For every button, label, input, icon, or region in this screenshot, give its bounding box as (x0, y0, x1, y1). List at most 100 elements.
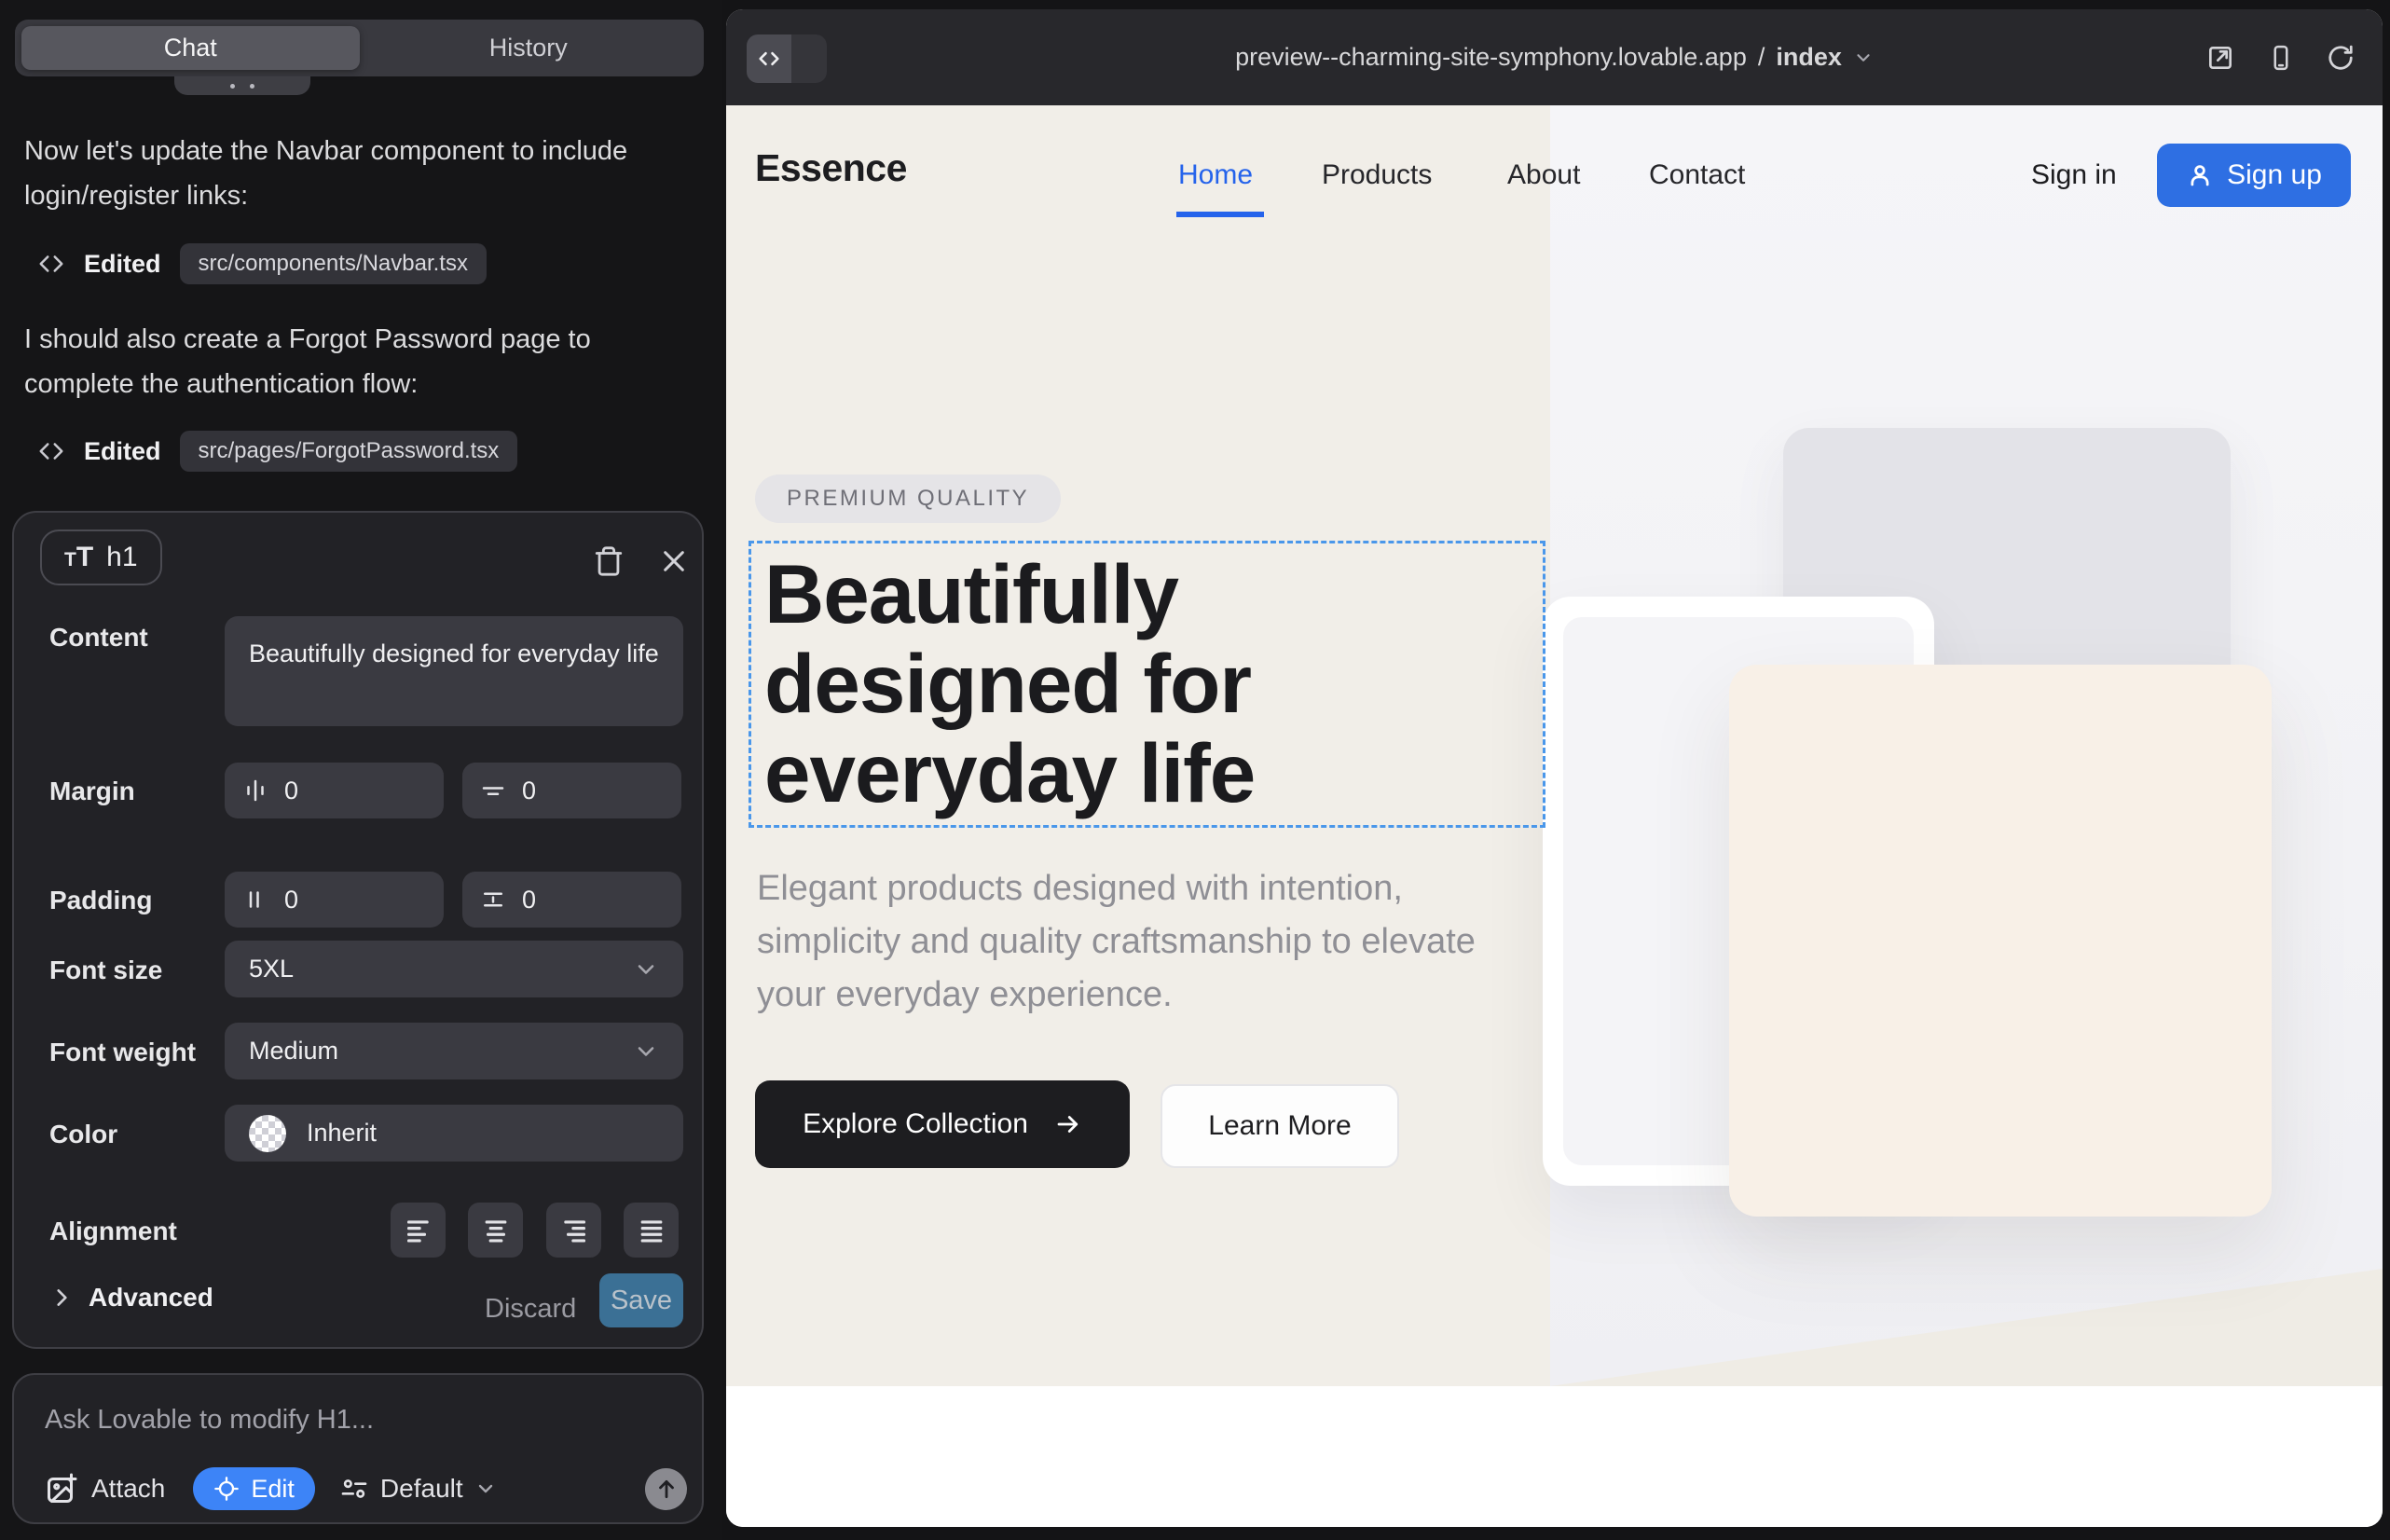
padding-y-value: 0 (522, 886, 536, 914)
close-editor-button[interactable] (657, 544, 691, 578)
edited-file-row: Edited src/components/Navbar.tsx (37, 242, 487, 285)
nav-link-about[interactable]: About (1507, 159, 1580, 191)
alignment-label: Alignment (49, 1217, 177, 1246)
arrow-right-icon (1054, 1110, 1082, 1138)
align-center-button[interactable] (468, 1203, 523, 1258)
nav-link-home[interactable]: Home (1178, 159, 1253, 191)
sign-up-button[interactable]: Sign up (2157, 144, 2351, 207)
explore-collection-button[interactable]: Explore Collection (755, 1080, 1130, 1168)
mobile-view-button[interactable] (2267, 44, 2295, 72)
save-button[interactable]: Save (599, 1273, 683, 1327)
chat-composer[interactable]: Ask Lovable to modify H1... Attach Edit … (12, 1373, 704, 1524)
content-textarea[interactable]: Beautifully designed for everyday life (225, 616, 683, 726)
edited-label: Edited (84, 250, 161, 279)
attach-button[interactable]: Attach (45, 1472, 165, 1506)
margin-vertical-icon (479, 777, 507, 804)
refresh-button[interactable] (2327, 44, 2355, 72)
toggle-handle[interactable] (791, 34, 827, 83)
font-weight-label: Font weight (49, 1038, 196, 1067)
font-weight-value: Medium (249, 1037, 338, 1066)
chat-history-tabbar: Chat History (15, 20, 704, 76)
align-left-button[interactable] (391, 1203, 446, 1258)
chevron-down-icon (474, 1478, 497, 1500)
preview-toolbar: preview--charming-site-symphony.lovable.… (726, 9, 2383, 105)
default-label: Default (380, 1474, 463, 1504)
color-select[interactable]: Inherit (225, 1105, 683, 1162)
transparency-swatch-icon (249, 1115, 286, 1152)
preview-page: index (1776, 43, 1842, 72)
chevron-down-icon (633, 956, 659, 983)
code-icon (37, 250, 65, 278)
edit-mode-button[interactable]: Edit (193, 1467, 315, 1510)
assistant-message: I should also create a Forgot Password p… (24, 317, 686, 406)
code-icon (37, 437, 65, 465)
sliders-icon (339, 1474, 369, 1504)
font-size-label: Font size (49, 956, 162, 985)
element-editor-panel: TT h1 Content Beautifully designed for e… (12, 511, 704, 1349)
padding-x-value: 0 (284, 886, 298, 914)
margin-label: Margin (49, 777, 135, 806)
padding-label: Padding (49, 886, 152, 915)
site-logo[interactable]: Essence (755, 146, 907, 190)
preview-actions (2205, 9, 2355, 105)
editor-header: TT h1 (14, 513, 702, 606)
margin-x-input[interactable]: 0 (225, 763, 444, 818)
selected-element-outline[interactable]: Beautifully designed for everyday life (749, 541, 1545, 828)
code-preview-toggle[interactable] (747, 34, 827, 83)
element-tag: h1 (106, 542, 137, 573)
decorative-card-beige (1729, 665, 2272, 1217)
attach-label: Attach (91, 1474, 165, 1504)
open-external-button[interactable] (2205, 43, 2235, 73)
delete-element-button[interactable] (592, 544, 625, 578)
nav-link-contact[interactable]: Contact (1649, 159, 1745, 191)
align-justify-button[interactable] (624, 1203, 679, 1258)
site-viewport: Essence Home Products About Contact Sign… (726, 105, 2383, 1527)
composer-toolbar: Attach Edit Default (45, 1466, 687, 1511)
edited-label: Edited (84, 437, 161, 466)
tab-history[interactable]: History (360, 26, 698, 70)
advanced-toggle[interactable]: Advanced (49, 1283, 213, 1313)
premium-quality-badge: PREMIUM QUALITY (755, 474, 1061, 523)
active-nav-underline (1176, 212, 1264, 217)
composer-placeholder[interactable]: Ask Lovable to modify H1... (45, 1405, 374, 1436)
preview-panel: preview--charming-site-symphony.lovable.… (726, 9, 2383, 1527)
padding-y-input[interactable]: 0 (462, 872, 681, 928)
font-weight-select[interactable]: Medium (225, 1023, 683, 1079)
font-size-select[interactable]: 5XL (225, 941, 683, 997)
padding-vertical-icon (479, 886, 507, 914)
margin-horizontal-icon (241, 777, 269, 804)
image-plus-icon (45, 1472, 78, 1506)
file-chip[interactable]: src/pages/ForgotPassword.tsx (180, 431, 518, 472)
assistant-message: Now let's update the Navbar component to… (24, 129, 686, 218)
learn-more-button[interactable]: Learn More (1161, 1084, 1399, 1168)
cta-primary-label: Explore Collection (803, 1108, 1028, 1140)
code-icon[interactable] (747, 34, 791, 83)
sign-in-link[interactable]: Sign in (2031, 159, 2117, 191)
chevron-down-icon (1853, 48, 1874, 68)
edit-label: Edit (251, 1475, 295, 1504)
padding-x-input[interactable]: 0 (225, 872, 444, 928)
element-tag-badge[interactable]: TT h1 (40, 529, 162, 585)
font-size-value: 5XL (249, 955, 294, 983)
file-chip[interactable]: src/components/Navbar.tsx (180, 243, 487, 284)
nav-link-products[interactable]: Products (1322, 159, 1432, 191)
color-label: Color (49, 1120, 117, 1149)
preview-url-bar[interactable]: preview--charming-site-symphony.lovable.… (1235, 43, 1874, 72)
tab-chat[interactable]: Chat (21, 26, 360, 70)
hero-heading[interactable]: Beautifully designed for everyday life (764, 549, 1255, 818)
margin-y-input[interactable]: 0 (462, 763, 681, 818)
url-separator: / (1758, 43, 1765, 72)
content-label: Content (49, 623, 148, 653)
truncated-chip (174, 76, 310, 95)
edited-file-row: Edited src/pages/ForgotPassword.tsx (37, 430, 517, 473)
user-icon (2186, 161, 2214, 189)
type-icon: TT (64, 542, 93, 573)
send-button[interactable] (645, 1468, 687, 1510)
model-default-select[interactable]: Default (339, 1474, 497, 1504)
preview-url: preview--charming-site-symphony.lovable.… (1235, 43, 1747, 72)
advanced-label: Advanced (89, 1283, 213, 1313)
align-right-button[interactable] (546, 1203, 601, 1258)
color-value: Inherit (307, 1119, 377, 1148)
discard-button[interactable]: Discard (485, 1283, 576, 1335)
hero-description: Elegant products designed with intention… (757, 862, 1531, 1022)
